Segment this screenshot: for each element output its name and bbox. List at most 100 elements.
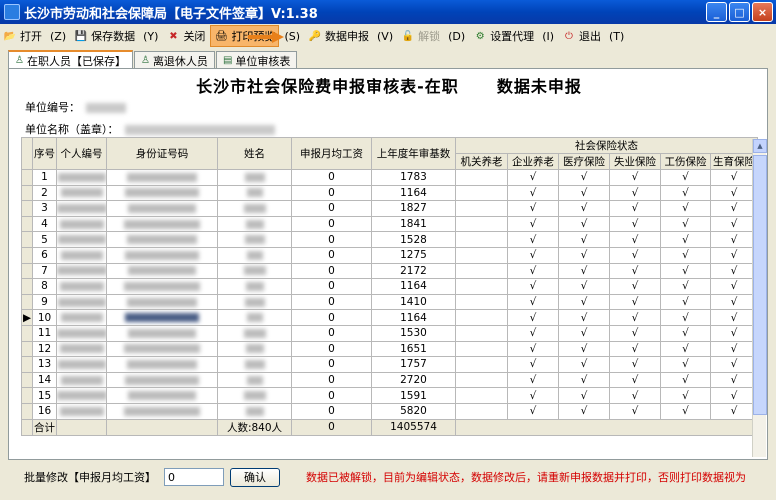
cell-person-id[interactable] [56,262,107,280]
cell-wage[interactable]: 0 [291,184,372,202]
header-id-card[interactable]: 身份证号码 [106,137,218,170]
cell-wage[interactable]: 0 [291,340,372,358]
cell-person-id[interactable] [56,309,107,326]
cell-ent-pension[interactable]: √ [507,402,559,420]
cell-name[interactable] [217,309,292,326]
cell-gov-pension[interactable] [455,356,508,373]
cell-person-id[interactable] [56,356,107,373]
cell-seq[interactable]: 12 [32,340,57,358]
cell-unemployment[interactable]: √ [609,371,661,389]
cell-base[interactable]: 1275 [371,246,456,264]
cell-name[interactable] [217,371,292,389]
cell-medical[interactable]: √ [558,278,610,295]
proxy-button[interactable]: ⚙ 设置代理 [470,25,537,47]
cell-medical[interactable]: √ [558,340,610,358]
cell-id-card[interactable] [106,402,218,420]
cell-unemployment[interactable]: √ [609,402,661,420]
cell-seq[interactable]: 1 [32,169,57,186]
cell-injury[interactable]: √ [660,309,711,326]
cell-base[interactable]: 1164 [371,278,456,295]
cell-medical[interactable]: √ [558,184,610,202]
cell-gov-pension[interactable] [455,309,508,326]
cell-name[interactable] [217,356,292,373]
cell-id-card[interactable] [106,387,218,404]
cell-name[interactable] [217,246,292,264]
table-row[interactable]: 12 0 1651 √ √ √ √ √ [21,340,759,358]
cell-maternity[interactable]: √ [709,402,759,420]
cell-wage[interactable]: 0 [291,371,372,389]
header-ent-pension[interactable]: 企业养老 [507,153,559,170]
cell-base[interactable]: 2720 [371,371,456,389]
open-button[interactable]: 📂 打开 [0,25,45,47]
cell-ent-pension[interactable]: √ [507,246,559,264]
header-name[interactable]: 姓名 [217,137,292,170]
table-row[interactable]: 15 0 1591 √ √ √ √ √ [21,387,759,404]
cell-ent-pension[interactable]: √ [507,371,559,389]
table-row[interactable]: 8 0 1164 √ √ √ √ √ [21,278,759,295]
vertical-scrollbar[interactable]: ▲ [752,139,767,457]
cell-unemployment[interactable]: √ [609,184,661,202]
cell-gov-pension[interactable] [455,293,508,311]
cell-injury[interactable]: √ [660,169,711,186]
tab-3[interactable]: ▤ 单位审核表 [215,51,298,69]
cell-base[interactable]: 1757 [371,356,456,373]
cell-maternity[interactable]: √ [709,293,759,311]
cell-injury[interactable]: √ [660,246,711,264]
cell-name[interactable] [217,340,292,358]
cell-base[interactable]: 5820 [371,402,456,420]
cell-unemployment[interactable]: √ [609,215,661,233]
cell-ent-pension[interactable]: √ [507,215,559,233]
cell-medical[interactable]: √ [558,200,610,217]
cell-medical[interactable]: √ [558,293,610,311]
cell-base[interactable]: 1783 [371,169,456,186]
cell-unemployment[interactable]: √ [609,231,661,248]
cell-maternity[interactable]: √ [709,278,759,295]
cell-ent-pension[interactable]: √ [507,387,559,404]
cell-maternity[interactable]: √ [709,215,759,233]
unlock-button[interactable]: 🔓 解锁 [398,25,443,47]
exit-button[interactable]: ⏻ 退出 [559,25,604,47]
cell-maternity[interactable]: √ [709,324,759,342]
cell-seq[interactable]: 10 [32,309,57,326]
cell-wage[interactable]: 0 [291,356,372,373]
cell-seq[interactable]: 4 [32,215,57,233]
table-row[interactable]: 4 0 1841 √ √ √ √ √ [21,215,759,233]
cell-maternity[interactable]: √ [709,231,759,248]
cell-gov-pension[interactable] [455,340,508,358]
cell-seq[interactable]: 3 [32,200,57,217]
cell-maternity[interactable]: √ [709,184,759,202]
cell-name[interactable] [217,215,292,233]
cell-unemployment[interactable]: √ [609,169,661,186]
header-unemployment[interactable]: 失业保险 [609,153,661,170]
table-row[interactable]: 3 0 1827 √ √ √ √ √ [21,200,759,217]
table-row[interactable]: 13 0 1757 √ √ √ √ √ [21,356,759,373]
header-person-id[interactable]: 个人编号 [56,137,107,170]
cell-seq[interactable]: 6 [32,246,57,264]
cell-base[interactable]: 1841 [371,215,456,233]
cell-medical[interactable]: √ [558,371,610,389]
table-row[interactable]: 7 0 2172 √ √ √ √ √ [21,262,759,280]
cell-maternity[interactable]: √ [709,246,759,264]
table-row[interactable]: 5 0 1528 √ √ √ √ √ [21,231,759,248]
cell-maternity[interactable]: √ [709,371,759,389]
cell-base[interactable]: 1591 [371,387,456,404]
cell-injury[interactable]: √ [660,340,711,358]
cell-injury[interactable]: √ [660,278,711,295]
cell-id-card[interactable] [106,184,218,202]
cell-medical[interactable]: √ [558,246,610,264]
cell-name[interactable] [217,200,292,217]
cell-person-id[interactable] [56,324,107,342]
cell-gov-pension[interactable] [455,387,508,404]
table-row[interactable]: 11 0 1530 √ √ √ √ √ [21,324,759,342]
confirm-button[interactable]: 确认 [230,467,280,487]
cell-base[interactable]: 1530 [371,324,456,342]
cell-wage[interactable]: 0 [291,278,372,295]
cell-unemployment[interactable]: √ [609,246,661,264]
cell-injury[interactable]: √ [660,215,711,233]
cell-injury[interactable]: √ [660,387,711,404]
cell-unemployment[interactable]: √ [609,309,661,326]
cell-injury[interactable]: √ [660,293,711,311]
cell-person-id[interactable] [56,215,107,233]
table-row[interactable]: 9 0 1410 √ √ √ √ √ [21,293,759,311]
cell-id-card[interactable] [106,278,218,295]
